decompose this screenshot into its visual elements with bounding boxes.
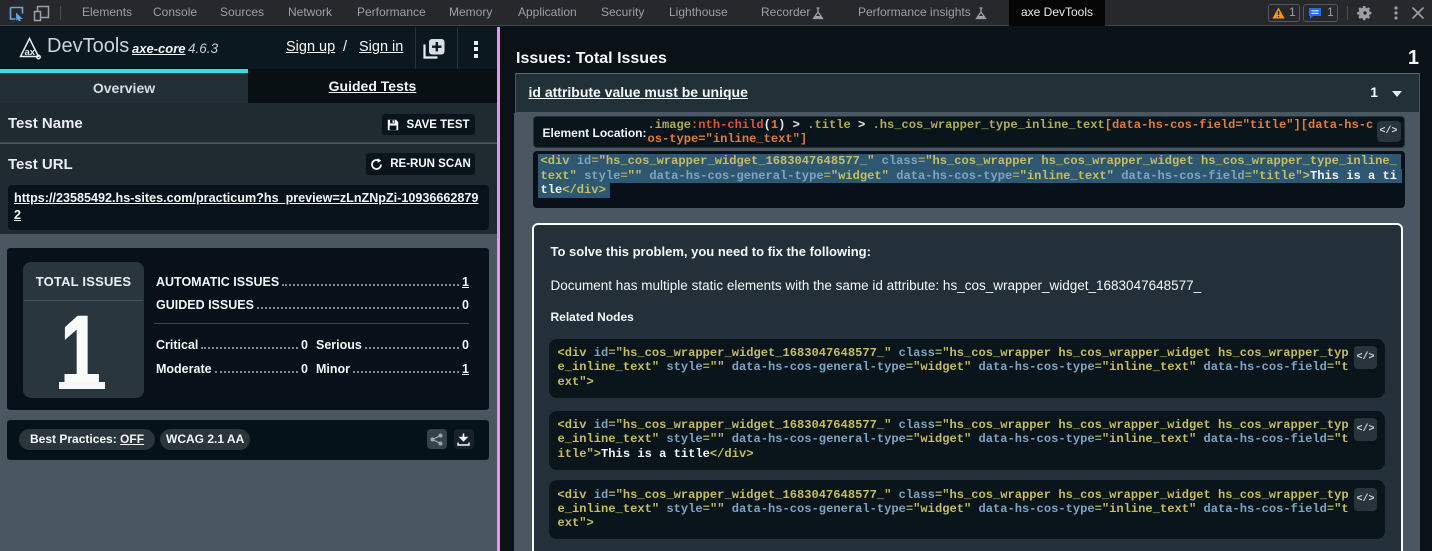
svg-text:ax: ax: [25, 47, 36, 58]
